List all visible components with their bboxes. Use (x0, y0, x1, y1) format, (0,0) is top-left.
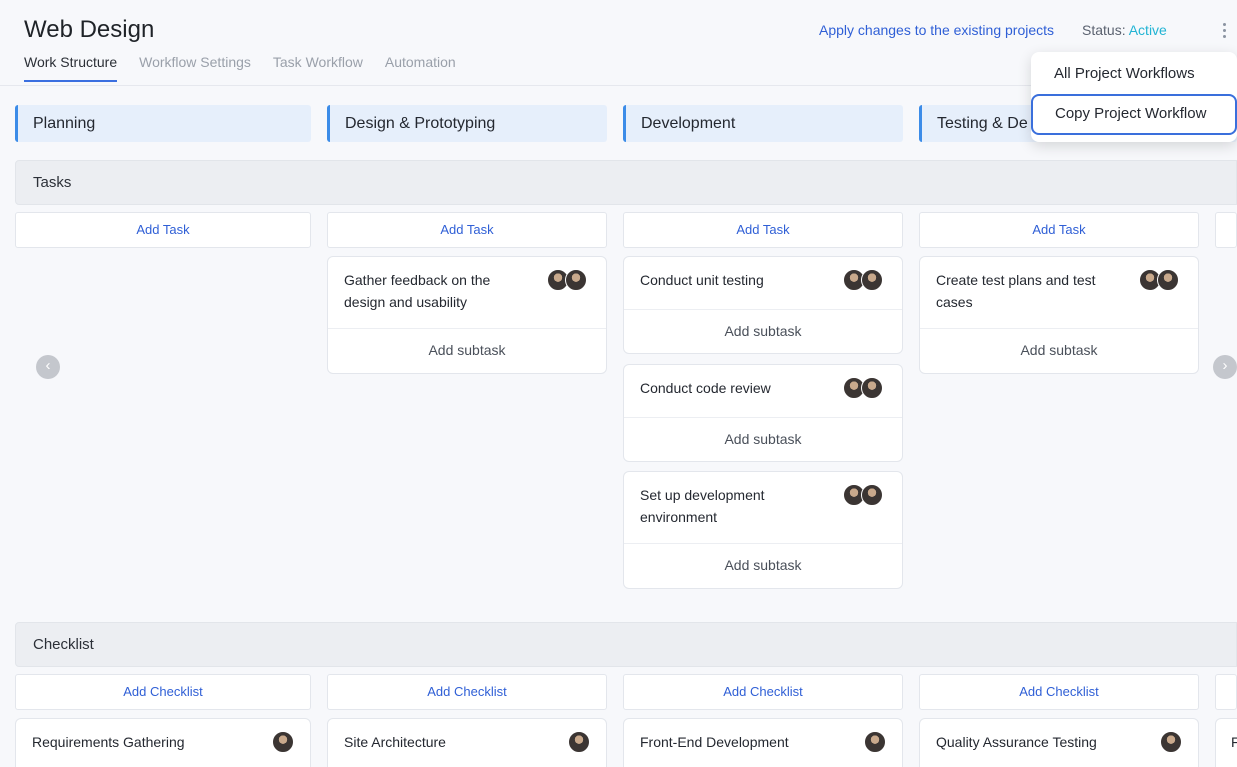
tab-bar: Work Structure Workflow Settings Task Wo… (24, 54, 456, 82)
task-card[interactable]: Set up development environment Add subta… (623, 471, 903, 589)
tasks-section-header: Tasks (15, 160, 1237, 205)
checklist-section-header: Checklist (15, 622, 1237, 667)
user-avatar-icon (861, 484, 883, 506)
workflow-options-menu: All Project Workflows Copy Project Workf… (1031, 52, 1237, 142)
task-card[interactable]: Conduct unit testing Add subtask (623, 256, 903, 354)
assignee-avatars[interactable] (1160, 731, 1182, 753)
column-header-development[interactable]: Development (623, 105, 903, 142)
checklist-card[interactable]: Quality Assurance Testing (919, 718, 1199, 767)
chevron-left-icon[interactable]: ‹ (36, 355, 60, 379)
checklist-title: Quality Assurance Testing (936, 734, 1097, 750)
add-subtask-button[interactable]: Add subtask (920, 328, 1198, 373)
add-subtask-button[interactable]: Add subtask (624, 543, 902, 588)
user-avatar-icon (864, 731, 886, 753)
page-title: Web Design (24, 16, 155, 43)
checklist-card[interactable]: Site Architecture (327, 718, 607, 767)
assignee-avatars[interactable] (547, 269, 587, 291)
task-title: Gather feedback on the design and usabil… (344, 272, 491, 310)
column-header-planning[interactable]: Planning (15, 105, 311, 142)
add-subtask-button[interactable]: Add subtask (624, 417, 902, 461)
user-avatar-icon (272, 731, 294, 753)
task-title: Conduct unit testing (640, 272, 764, 288)
add-task-button[interactable]: Add Task (919, 212, 1199, 248)
apply-changes-link[interactable]: Apply changes to the existing projects (819, 22, 1054, 38)
column-header-design[interactable]: Design & Prototyping (327, 105, 607, 142)
checklist-card[interactable]: F (1215, 718, 1237, 767)
tab-task-workflow[interactable]: Task Workflow (273, 54, 363, 82)
status-label: Status: (1082, 22, 1126, 38)
assignee-avatars[interactable] (272, 731, 294, 753)
user-avatar-icon (568, 731, 590, 753)
task-card[interactable]: Gather feedback on the design and usabil… (327, 256, 607, 374)
assignee-avatars[interactable] (864, 731, 886, 753)
user-avatar-icon (1160, 731, 1182, 753)
add-task-button[interactable]: Add Task (327, 212, 607, 248)
status-value[interactable]: Active (1129, 22, 1167, 38)
task-card[interactable]: Conduct code review Add subtask (623, 364, 903, 462)
add-checklist-button[interactable]: Add Checklist (919, 674, 1199, 710)
add-task-button[interactable] (1215, 212, 1237, 248)
add-task-button[interactable]: Add Task (623, 212, 903, 248)
more-vertical-icon[interactable] (1216, 18, 1232, 42)
menu-item-copy-project-workflow[interactable]: Copy Project Workflow (1031, 94, 1237, 135)
task-card[interactable]: Create test plans and test cases Add sub… (919, 256, 1199, 374)
status-indicator: Status: Active (1082, 22, 1167, 38)
task-title: Set up development environment (640, 487, 765, 525)
add-checklist-button[interactable]: Add Checklist (327, 674, 607, 710)
user-avatar-icon (861, 269, 883, 291)
checklist-title: Requirements Gathering (32, 734, 185, 750)
user-avatar-icon (1157, 269, 1179, 291)
checklist-card[interactable]: Requirements Gathering (15, 718, 311, 767)
assignee-avatars[interactable] (843, 269, 883, 291)
tab-automation[interactable]: Automation (385, 54, 456, 82)
add-subtask-button[interactable]: Add subtask (624, 309, 902, 353)
add-checklist-button[interactable] (1215, 674, 1237, 710)
add-checklist-button[interactable]: Add Checklist (623, 674, 903, 710)
user-avatar-icon (861, 377, 883, 399)
chevron-right-icon[interactable]: › (1213, 355, 1237, 379)
menu-item-all-project-workflows[interactable]: All Project Workflows (1031, 65, 1237, 82)
assignee-avatars[interactable] (843, 484, 883, 506)
task-title: Create test plans and test cases (936, 272, 1096, 310)
task-title: Conduct code review (640, 380, 771, 396)
tab-workflow-settings[interactable]: Workflow Settings (139, 54, 251, 82)
checklist-title: Site Architecture (344, 734, 446, 750)
tab-work-structure[interactable]: Work Structure (24, 54, 118, 82)
checklist-card[interactable]: Front-End Development (623, 718, 903, 767)
checklist-title: F (1231, 734, 1237, 750)
add-task-button[interactable]: Add Task (15, 212, 311, 248)
user-avatar-icon (565, 269, 587, 291)
add-checklist-button[interactable]: Add Checklist (15, 674, 311, 710)
assignee-avatars[interactable] (568, 731, 590, 753)
assignee-avatars[interactable] (1139, 269, 1179, 291)
checklist-title: Front-End Development (640, 734, 789, 750)
add-subtask-button[interactable]: Add subtask (328, 328, 606, 373)
assignee-avatars[interactable] (843, 377, 883, 399)
